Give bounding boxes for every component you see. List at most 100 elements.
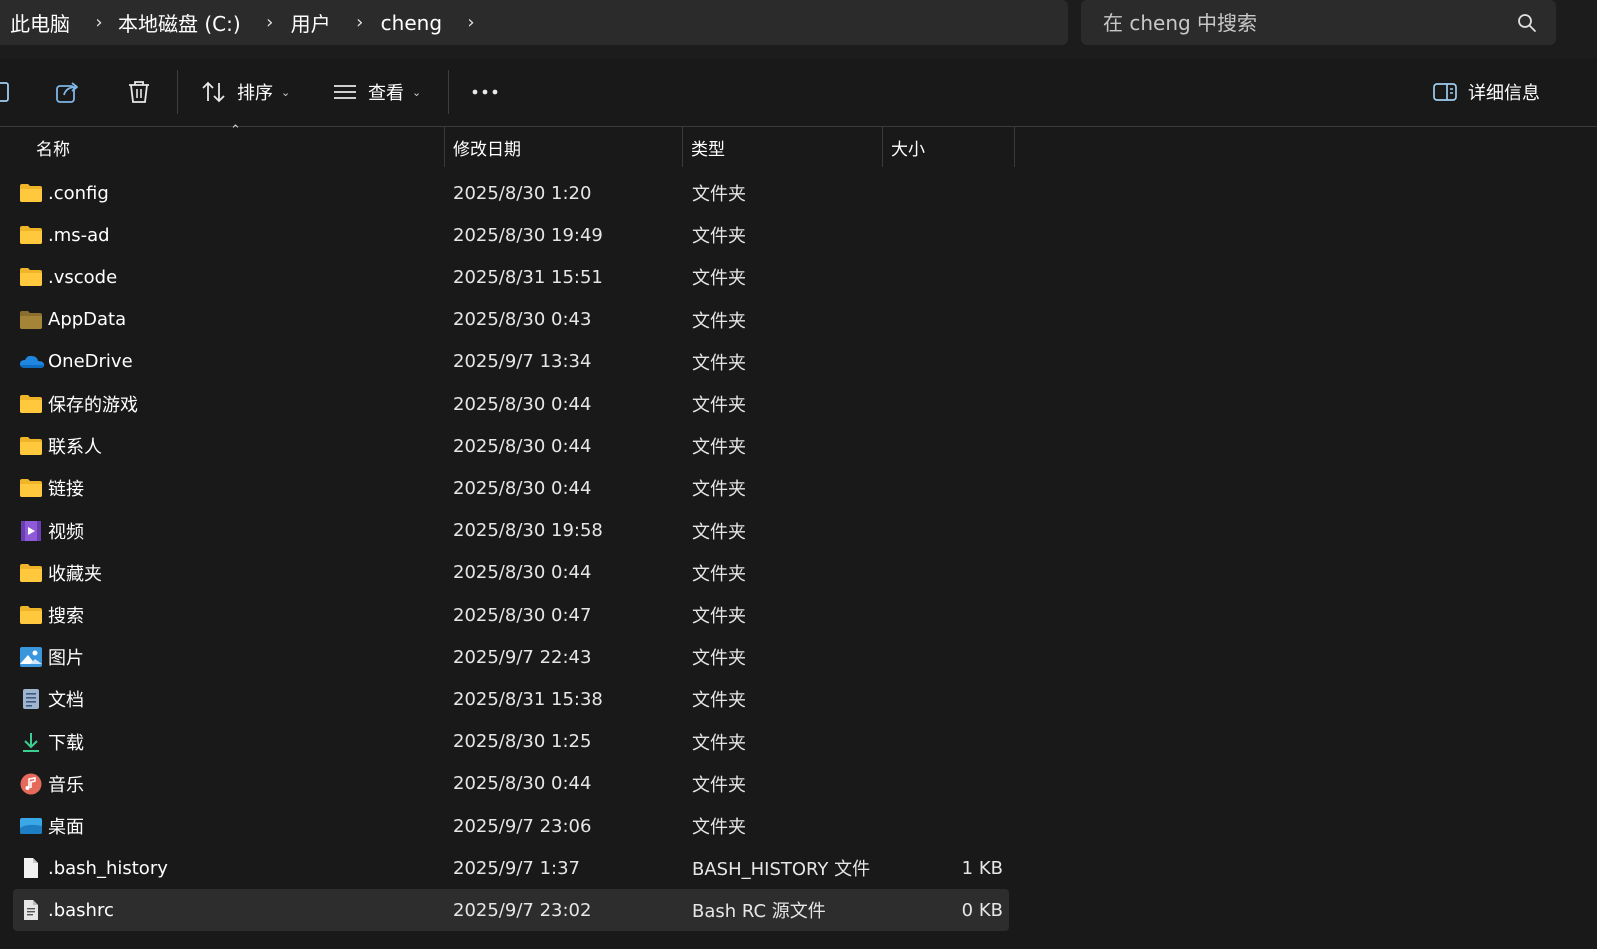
breadcrumb-users[interactable]: 用户 (285, 8, 331, 37)
address-bar[interactable]: 此电脑 › 本地磁盘 (C:) › 用户 › cheng › (0, 0, 1068, 45)
search-input[interactable] (1101, 9, 1505, 36)
chevron-right-icon[interactable]: › (345, 12, 375, 33)
file-row[interactable]: 联系人 2025/8/30 0:44 文件夹 (13, 425, 1009, 467)
file-name: 搜索 (48, 606, 84, 627)
file-type: 文件夹 (692, 774, 746, 796)
file-date: 2025/9/7 22:43 (453, 646, 592, 668)
file-date: 2025/9/7 23:06 (453, 815, 592, 837)
delete-button[interactable] (126, 70, 152, 114)
chevron-right-icon[interactable]: › (255, 12, 285, 33)
file-row[interactable]: 视频 2025/8/30 19:58 文件夹 (13, 510, 1009, 552)
file-row[interactable]: .ms-ad 2025/8/30 19:49 文件夹 (13, 214, 1009, 256)
view-lines-icon (334, 85, 356, 99)
folder-icon (19, 604, 43, 626)
file-row[interactable]: 下载 2025/8/30 1:25 文件夹 (13, 721, 1009, 763)
file-name: 保存的游戏 (48, 395, 138, 416)
column-header-row: ⌃ 名称 修改日期 类型 大小 (0, 123, 1597, 167)
folder-icon (19, 435, 43, 457)
file-name: 收藏夹 (48, 563, 102, 585)
share-button[interactable] (54, 70, 82, 114)
column-header-name[interactable]: 名称 (36, 127, 70, 167)
download-arrow-icon (19, 731, 43, 753)
file-type: 文件夹 (692, 606, 746, 627)
file-name: .bash_history (48, 857, 168, 879)
text-file-icon (19, 899, 43, 921)
file-type: 文件夹 (692, 732, 746, 754)
file-type: 文件夹 (692, 521, 746, 543)
file-row[interactable]: 链接 2025/8/30 0:44 文件夹 (13, 467, 1009, 509)
search-box[interactable] (1081, 0, 1556, 45)
file-row[interactable]: 音乐 2025/8/30 0:44 文件夹 (13, 763, 1009, 805)
file-date: 2025/8/30 0:44 (453, 477, 592, 499)
rename-button[interactable] (0, 70, 12, 114)
file-date: 2025/9/7 1:37 (453, 857, 580, 879)
more-options-button[interactable] (471, 70, 499, 114)
file-row[interactable]: 保存的游戏 2025/8/30 0:44 文件夹 (13, 383, 1009, 425)
video-folder-icon (19, 520, 43, 542)
file-date: 2025/8/30 0:44 (453, 393, 592, 415)
file-row[interactable]: OneDrive 2025/9/7 13:34 文件夹 (13, 341, 1009, 383)
blank-file-icon (19, 857, 43, 879)
file-name: .bashrc (48, 899, 114, 921)
file-row[interactable]: 收藏夹 2025/8/30 0:44 文件夹 (13, 552, 1009, 594)
file-date: 2025/8/30 1:20 (453, 182, 592, 204)
details-pane-button[interactable]: 详细信息 (1432, 70, 1540, 114)
column-header-size[interactable]: 大小 (891, 127, 925, 167)
file-type: BASH_HISTORY 文件 (692, 859, 871, 881)
column-divider[interactable] (444, 127, 445, 167)
breadcrumb-cheng[interactable]: cheng (375, 11, 442, 35)
file-type: 文件夹 (692, 395, 746, 416)
chevron-right-icon[interactable]: › (456, 12, 486, 33)
folder-icon (19, 477, 43, 499)
file-row[interactable]: .bashrc 2025/9/7 23:02 Bash RC 源文件 0 KB (13, 889, 1009, 932)
sort-label: 排序 (237, 83, 273, 104)
file-date: 2025/9/7 23:02 (453, 899, 592, 921)
share-icon (56, 82, 78, 103)
pictures-folder-icon (19, 646, 43, 668)
toolbar-divider (448, 70, 449, 114)
column-header-date[interactable]: 修改日期 (453, 127, 521, 167)
file-date: 2025/8/30 0:43 (453, 309, 592, 331)
file-type: 文件夹 (692, 690, 746, 712)
sort-button[interactable]: 排序 ⌄ (200, 70, 290, 114)
file-name: 文档 (48, 690, 84, 712)
view-button[interactable]: 查看 ⌄ (332, 70, 421, 114)
folder-icon (19, 266, 43, 288)
column-divider[interactable] (1014, 127, 1015, 167)
music-folder-icon (19, 773, 43, 795)
chevron-down-icon: ⌄ (412, 85, 422, 99)
search-icon[interactable] (1516, 12, 1538, 34)
breadcrumb-local-disk[interactable]: 本地磁盘 (C:) (114, 8, 241, 37)
file-name: 视频 (48, 521, 84, 543)
address-bar-row: 此电脑 › 本地磁盘 (C:) › 用户 › cheng › (0, 0, 1597, 58)
sort-arrows-icon (202, 81, 225, 103)
file-name: OneDrive (48, 351, 133, 373)
rename-icon (0, 82, 9, 102)
file-row[interactable]: .bash_history 2025/9/7 1:37 BASH_HISTORY 文… (13, 847, 1009, 889)
chevron-right-icon[interactable]: › (84, 12, 114, 33)
file-row[interactable]: .config 2025/8/30 1:20 文件夹 (13, 172, 1009, 214)
file-type: 文件夹 (692, 268, 746, 290)
file-name: 图片 (48, 648, 84, 670)
details-pane-icon (1433, 83, 1457, 101)
file-row[interactable]: 桌面 2025/9/7 23:06 文件夹 (13, 805, 1009, 847)
file-date: 2025/8/30 0:44 (453, 773, 592, 795)
file-date: 2025/9/7 13:34 (453, 351, 592, 373)
file-name: 下载 (48, 732, 84, 754)
file-row[interactable]: AppData 2025/8/30 0:43 文件夹 (13, 299, 1009, 341)
command-bar: 排序 ⌄ 查看 ⌄ 详细信息 (0, 58, 1597, 127)
view-label: 查看 (368, 83, 404, 104)
column-divider[interactable] (882, 127, 883, 167)
column-header-type[interactable]: 类型 (691, 127, 725, 167)
file-date: 2025/8/30 0:44 (453, 562, 592, 584)
file-type: 文件夹 (692, 563, 746, 585)
file-row[interactable]: .vscode 2025/8/31 15:51 文件夹 (13, 256, 1009, 298)
file-row[interactable]: 图片 2025/9/7 22:43 文件夹 (13, 636, 1009, 678)
breadcrumb-this-pc[interactable]: 此电脑 (0, 8, 70, 37)
file-type: 文件夹 (692, 184, 746, 205)
onedrive-cloud-icon (19, 351, 44, 373)
file-row[interactable]: 搜索 2025/8/30 0:47 文件夹 (13, 594, 1009, 636)
file-row[interactable]: 文档 2025/8/31 15:38 文件夹 (13, 678, 1009, 720)
file-type: 文件夹 (692, 648, 746, 670)
column-divider[interactable] (682, 127, 683, 167)
